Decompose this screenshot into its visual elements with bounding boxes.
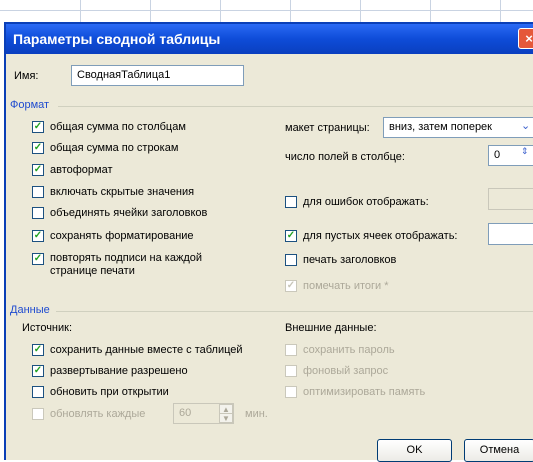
pivot-options-dialog: Параметры сводной таблицы × Имя: Сводная…: [4, 22, 533, 462]
mark-totals-label: помечать итоги *: [303, 280, 389, 292]
cancel-button[interactable]: Отмена: [464, 439, 533, 462]
optimize-memory-checkbox[interactable]: [285, 386, 297, 398]
error-values-checkbox[interactable]: [285, 196, 297, 208]
name-label: Имя:: [14, 70, 39, 82]
fields-per-col-label: число полей в столбце:: [285, 151, 405, 163]
refresh-on-open-checkbox[interactable]: [32, 386, 44, 398]
save-password-label: сохранить пароль: [303, 344, 395, 356]
pivot-name-input[interactable]: СводнаяТаблица1: [71, 65, 244, 86]
repeat-labels-checkbox[interactable]: ✓: [32, 253, 44, 265]
save-data-checkbox[interactable]: ✓: [32, 344, 44, 356]
refresh-every-label: обновлять каждые: [50, 408, 146, 420]
enable-drilldown-checkbox[interactable]: ✓: [32, 365, 44, 377]
autoformat-checkbox[interactable]: ✓: [32, 164, 44, 176]
grand-total-cols-checkbox[interactable]: ✓: [32, 121, 44, 133]
include-hidden-label: включать скрытые значения: [50, 186, 195, 198]
save-data-label: сохранить данные вместе с таблицей: [50, 344, 243, 356]
page-layout-value: вниз, затем поперек: [389, 121, 492, 133]
data-section-title: Данные: [10, 304, 50, 316]
print-titles-label: печать заголовков: [303, 254, 397, 266]
save-password-checkbox[interactable]: [285, 344, 297, 356]
autoformat-label: автоформат: [50, 164, 113, 176]
refresh-on-open-label: обновить при открытии: [50, 386, 169, 398]
optimize-memory-label: оптимизировать память: [303, 386, 426, 398]
merge-labels-checkbox[interactable]: [32, 207, 44, 219]
enable-drilldown-label: развертывание разрешено: [50, 365, 188, 377]
preserve-formatting-label: сохранять форматирование: [50, 230, 194, 242]
background-query-label: фоновый запрос: [303, 365, 389, 377]
repeat-labels-label-line1: повторять подписи на каждой: [50, 252, 202, 264]
mark-totals-checkbox[interactable]: ✓: [285, 280, 297, 292]
print-titles-checkbox[interactable]: [285, 254, 297, 266]
merge-labels-label: объединять ячейки заголовков: [50, 207, 208, 219]
minutes-unit: мин.: [245, 408, 268, 420]
repeat-labels-label-line2: странице печати: [50, 265, 135, 277]
preserve-formatting-checkbox[interactable]: ✓: [32, 230, 44, 242]
ok-button[interactable]: OK: [377, 439, 452, 462]
grand-total-cols-label: общая сумма по столбцам: [50, 121, 186, 133]
error-values-input[interactable]: [488, 188, 533, 210]
page-layout-select[interactable]: вниз, затем поперек: [383, 117, 533, 138]
empty-cells-input[interactable]: [488, 223, 533, 245]
grand-total-rows-label: общая сумма по строкам: [50, 142, 179, 154]
page-layout-label: макет страницы:: [285, 122, 370, 134]
empty-cells-label: для пустых ячеек отображать:: [303, 230, 458, 242]
format-section-title: Формат: [10, 99, 50, 111]
dialog-title: Параметры сводной таблицы: [13, 31, 221, 47]
close-button[interactable]: ×: [518, 28, 533, 49]
refresh-every-checkbox[interactable]: [32, 408, 44, 420]
background-query-checkbox[interactable]: [285, 365, 297, 377]
close-icon: ×: [525, 31, 533, 46]
empty-cells-checkbox[interactable]: ✓: [285, 230, 297, 242]
include-hidden-checkbox[interactable]: [32, 186, 44, 198]
spin-down-icon[interactable]: ▼: [219, 413, 233, 423]
source-label: Источник:: [22, 322, 73, 334]
error-values-label: для ошибок отображать:: [303, 196, 429, 208]
grand-total-rows-checkbox[interactable]: ✓: [32, 142, 44, 154]
spreadsheet-background: [0, 0, 533, 24]
title-bar: Параметры сводной таблицы ×: [6, 24, 533, 54]
spin-icon[interactable]: ⇕: [521, 146, 529, 157]
external-data-label: Внешние данные:: [285, 322, 377, 334]
chevron-down-icon[interactable]: ⌄: [521, 119, 530, 132]
